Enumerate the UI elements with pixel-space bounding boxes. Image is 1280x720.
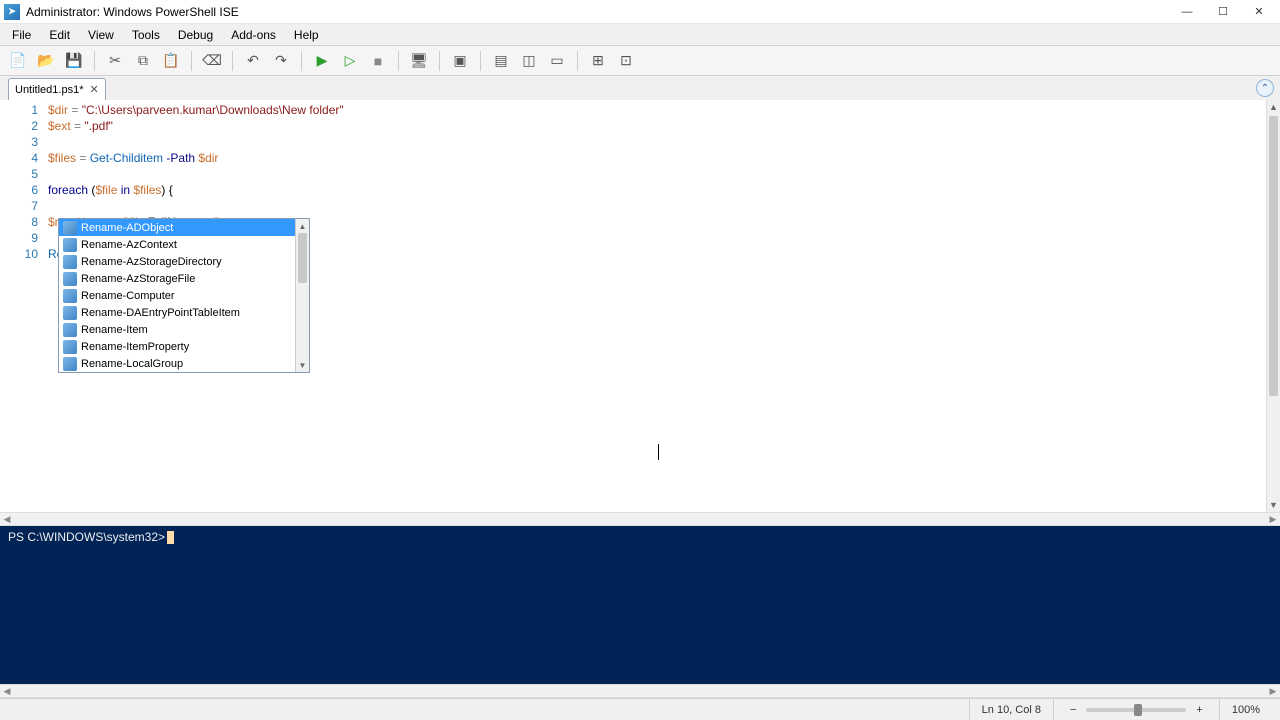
cmdlet-icon (63, 323, 77, 337)
tab-label: Untitled1.ps1* (15, 84, 84, 96)
intellisense-item[interactable]: Rename-DAEntryPointTableItem (59, 304, 295, 321)
scroll-thumb[interactable] (1269, 116, 1278, 396)
cut-icon[interactable]: ✂ (103, 49, 127, 73)
separator (94, 51, 95, 71)
run-script-icon[interactable]: ▶ (310, 49, 334, 73)
menu-edit[interactable]: Edit (41, 26, 78, 44)
show-command-icon[interactable]: ⊞ (586, 49, 610, 73)
status-bar: Ln 10, Col 8 − + 100% (0, 698, 1280, 720)
separator (191, 51, 192, 71)
zoom-slider[interactable] (1086, 708, 1186, 712)
console-cursor (167, 531, 174, 544)
console-pane[interactable]: PS C:\WINDOWS\system32> (0, 526, 1280, 684)
scroll-right-icon[interactable]: ▶ (1266, 685, 1280, 697)
editor-tab-bar: Untitled1.ps1* ✕ ⌃ (0, 76, 1280, 100)
separator (301, 51, 302, 71)
scroll-left-icon[interactable]: ◀ (0, 685, 14, 697)
cmdlet-icon (63, 357, 77, 371)
intellisense-item[interactable]: Rename-Computer (59, 287, 295, 304)
separator (232, 51, 233, 71)
minimize-button[interactable]: — (1170, 2, 1204, 22)
text-cursor (658, 444, 659, 460)
intellisense-popup[interactable]: Rename-ADObject Rename-AzContext Rename-… (58, 218, 310, 373)
cmdlet-icon (63, 238, 77, 252)
show-command-addon-icon[interactable]: ⊡ (614, 49, 638, 73)
editor-tab[interactable]: Untitled1.ps1* ✕ (8, 78, 106, 100)
run-selection-icon[interactable]: ▷ (338, 49, 362, 73)
scroll-up-icon[interactable]: ▲ (1267, 100, 1280, 114)
show-script-max-icon[interactable]: ▭ (545, 49, 569, 73)
cmdlet-icon (63, 255, 77, 269)
intellisense-item[interactable]: Rename-AzStorageDirectory (59, 253, 295, 270)
app-icon: ➤ (4, 4, 20, 20)
cmdlet-icon (63, 221, 77, 235)
console-bottom-scrollbar[interactable]: ◀ ▶ (0, 684, 1280, 698)
redo-icon[interactable]: ↷ (269, 49, 293, 73)
cmdlet-icon (63, 340, 77, 354)
intellisense-item[interactable]: Rename-AzContext (59, 236, 295, 253)
scroll-left-icon[interactable]: ◀ (0, 513, 14, 525)
show-script-right-icon[interactable]: ◫ (517, 49, 541, 73)
scroll-thumb[interactable] (298, 233, 307, 283)
scroll-down-icon[interactable]: ▼ (1267, 498, 1280, 512)
tab-close-icon[interactable]: ✕ (90, 83, 99, 96)
remote-icon[interactable]: 🖥 (407, 49, 431, 73)
menu-view[interactable]: View (80, 26, 122, 44)
zoom-out-button[interactable]: − (1066, 704, 1080, 716)
intellisense-item[interactable]: Rename-ADObject (59, 219, 295, 236)
menu-file[interactable]: File (4, 26, 39, 44)
stop-icon[interactable]: ■ (366, 49, 390, 73)
scroll-right-icon[interactable]: ▶ (1266, 513, 1280, 525)
zoom-level: 100% (1219, 699, 1272, 720)
separator (577, 51, 578, 71)
paste-icon[interactable]: 📋 (159, 49, 183, 73)
intellisense-scrollbar[interactable]: ▲ ▼ (295, 219, 309, 372)
close-button[interactable]: ✕ (1242, 2, 1276, 22)
toolbar: 📄 📂 💾 ✂ ⧉ 📋 ⌫ ↶ ↷ ▶ ▷ ■ 🖥 ▣ ▤ ◫ ▭ ⊞ ⊡ (0, 46, 1280, 76)
open-icon[interactable]: 📂 (34, 49, 58, 73)
cursor-position: Ln 10, Col 8 (969, 699, 1053, 720)
scroll-down-icon[interactable]: ▼ (296, 358, 309, 372)
new-icon[interactable]: 📄 (6, 49, 30, 73)
cmdlet-icon (63, 306, 77, 320)
scroll-up-icon[interactable]: ▲ (296, 219, 309, 233)
pane-toggle-icon[interactable]: ⌃ (1256, 79, 1274, 97)
editor-vertical-scrollbar[interactable]: ▲ ▼ (1266, 100, 1280, 512)
zoom-slider-thumb[interactable] (1134, 704, 1142, 716)
menu-bar: File Edit View Tools Debug Add-ons Help (0, 24, 1280, 46)
clear-icon[interactable]: ⌫ (200, 49, 224, 73)
copy-icon[interactable]: ⧉ (131, 49, 155, 73)
intellisense-item[interactable]: Rename-Item (59, 321, 295, 338)
intellisense-item[interactable]: Rename-ItemProperty (59, 338, 295, 355)
undo-icon[interactable]: ↶ (241, 49, 265, 73)
zoom-in-button[interactable]: + (1192, 704, 1206, 716)
separator (480, 51, 481, 71)
intellisense-item[interactable]: Rename-AzStorageFile (59, 270, 295, 287)
cmdlet-icon (63, 272, 77, 286)
console-prompt: PS C:\WINDOWS\system32> (8, 530, 165, 544)
menu-help[interactable]: Help (286, 26, 327, 44)
title-bar: ➤ Administrator: Windows PowerShell ISE … (0, 0, 1280, 24)
separator (439, 51, 440, 71)
menu-addons[interactable]: Add-ons (223, 26, 284, 44)
show-script-top-icon[interactable]: ▤ (489, 49, 513, 73)
window-title: Administrator: Windows PowerShell ISE (26, 5, 1170, 19)
maximize-button[interactable]: ☐ (1206, 2, 1240, 22)
zoom-control: − + (1053, 699, 1219, 720)
intellisense-item[interactable]: Rename-LocalGroup (59, 355, 295, 372)
menu-tools[interactable]: Tools (124, 26, 168, 44)
save-icon[interactable]: 💾 (62, 49, 86, 73)
line-gutter: 1 2 3 4 5 6 7 8 9 10 (0, 100, 44, 512)
cmdlet-icon (63, 289, 77, 303)
horizontal-splitter[interactable]: ◀ ▶ (0, 512, 1280, 526)
menu-debug[interactable]: Debug (170, 26, 221, 44)
separator (398, 51, 399, 71)
powershell-tab-icon[interactable]: ▣ (448, 49, 472, 73)
